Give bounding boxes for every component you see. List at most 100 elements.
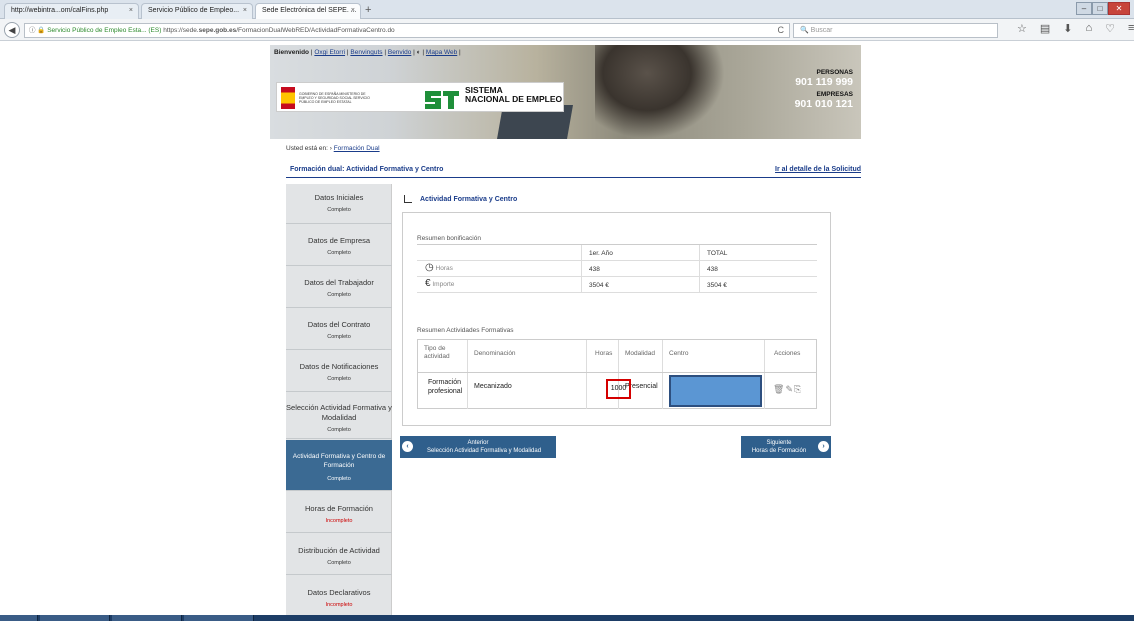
site-identity[interactable]: Servicio Público de Empleo Esta... (ES)	[47, 27, 161, 34]
cell-centro	[669, 375, 762, 407]
back-icon[interactable]: ◀	[4, 22, 20, 38]
sidebar-item-declarativos[interactable]: Datos Declarativos Incompleto	[286, 576, 392, 615]
bookmarks-list-icon[interactable]: ▤	[1040, 22, 1050, 35]
spain-flag-icon	[281, 87, 295, 109]
reload-icon[interactable]: C	[778, 24, 785, 37]
sne-logo-text: SISTEMA NACIONAL DE EMPLEO	[465, 85, 563, 104]
arrow-left-icon: ‹	[402, 441, 413, 452]
close-window-button[interactable]: ✕	[1108, 2, 1130, 15]
taskbar-app[interactable]	[112, 615, 182, 621]
cell-denominacion: Mecanizado	[468, 373, 587, 409]
pocket-icon[interactable]: ♡	[1105, 22, 1115, 35]
close-icon[interactable]: ×	[129, 4, 133, 18]
lang-link-ca[interactable]: Benvinguts	[350, 49, 382, 56]
delete-icon[interactable]: 🗑	[773, 384, 785, 394]
col-header-horas: Horas	[587, 340, 619, 372]
status-badge: Completo	[327, 427, 351, 433]
lock-icon: 🔒	[37, 27, 46, 34]
maximize-button[interactable]: □	[1092, 2, 1108, 15]
col-header-denominacion: Denominación	[468, 340, 587, 372]
browser-tab-3[interactable]: Sede Electrónica del SEPE. ... ×	[255, 3, 361, 19]
browser-tab-1[interactable]: http://webintra...om/calFins.php ×	[4, 3, 139, 19]
sidebar-item-horas-formacion[interactable]: Horas de Formación Incompleto	[286, 492, 392, 533]
view-document-icon[interactable]: ⎘	[794, 384, 802, 394]
start-button[interactable]	[0, 615, 38, 621]
sidebar-item-distribucion[interactable]: Distribución de Actividad Completo	[286, 534, 392, 575]
status-badge: Completo	[327, 207, 351, 213]
taskbar-app[interactable]	[184, 615, 254, 621]
accessibility-icon[interactable]: ◐	[417, 49, 421, 56]
summary-panel: Resumen bonificación 1er. Año TOTAL ◷ Ho…	[402, 212, 831, 426]
resumen-bonificacion-label: Resumen bonificación	[417, 235, 481, 242]
status-badge: Incompleto	[325, 602, 353, 608]
status-badge: Incompleto	[325, 518, 353, 524]
content-title: Actividad Formativa y Centro	[404, 195, 517, 203]
previous-button[interactable]: ‹ Anterior Selección Actividad Formativa…	[400, 436, 556, 458]
table-row: € Importe 3504 € 3504 €	[417, 277, 817, 293]
menu-icon[interactable]: ≡	[1128, 22, 1134, 35]
table-row: ◷ Horas 438 438	[417, 261, 817, 277]
phone-empresas: 901 010 121	[794, 98, 853, 110]
status-badge: Completo	[327, 376, 351, 382]
col-header-acciones: Acciones	[774, 350, 801, 357]
tab-label: Servicio Público de Empleo...	[148, 7, 240, 14]
sidebar-item-seleccion-actividad[interactable]: Selección Actividad Formativa y Modalida…	[286, 393, 392, 439]
header-banner: Bienvenido | Oxgi Etorri | Benvinguts | …	[270, 45, 861, 139]
col-header-tipo: Tipo de actividad	[418, 340, 468, 372]
header-links: Bienvenido | Oxgi Etorri | Benvinguts | …	[274, 49, 461, 56]
clock-icon: ◷	[425, 262, 434, 273]
euro-icon: €	[425, 278, 431, 289]
status-badge: Completo	[327, 250, 351, 256]
cell-tipo: Formación profesional	[418, 373, 468, 409]
government-logo-text: GOBIERNO DE ESPAÑA MINISTERIO DE EMPLEO …	[299, 92, 370, 104]
browser-tabbar: http://webintra...om/calFins.php × Servi…	[0, 0, 1134, 19]
user-link[interactable]: Oxgi Etorri	[314, 49, 345, 56]
row-actions: 🗑✎⎘	[773, 384, 802, 395]
section-header: Formación dual: Actividad Formativa y Ce…	[286, 164, 861, 178]
sitemap-link[interactable]: Mapa Web	[426, 49, 457, 56]
bonificacion-table: 1er. Año TOTAL ◷ Horas 438 438 € Importe…	[417, 244, 817, 293]
next-button[interactable]: Siguiente Horas de Formación ›	[741, 436, 831, 458]
sne-logo-icon	[425, 91, 459, 109]
col-header-centro: Centro	[663, 340, 765, 372]
actividades-table: Tipo de actividad Denominación Horas Mod…	[417, 339, 817, 409]
close-icon[interactable]: ×	[351, 4, 355, 18]
navigation-bar: ◀ ⓘ 🔒 Servicio Público de Empleo Esta...…	[0, 19, 1134, 41]
close-icon[interactable]: ×	[243, 4, 247, 18]
status-badge: Completo	[327, 334, 351, 340]
sidebar-item-notificaciones[interactable]: Datos de Notificaciones Completo	[286, 351, 392, 392]
sidebar-item-datos-empresa[interactable]: Datos de Empresa Completo	[286, 225, 392, 266]
phone-personas: 901 119 999	[795, 76, 853, 88]
page-title: Formación dual: Actividad Formativa y Ce…	[290, 166, 444, 173]
status-badge: Completo	[327, 476, 351, 482]
sidebar-item-datos-trabajador[interactable]: Datos del Trabajador Completo	[286, 267, 392, 308]
sidebar-item-datos-contrato[interactable]: Datos del Contrato Completo	[286, 309, 392, 350]
download-icon[interactable]: ⬇	[1063, 22, 1072, 35]
edit-icon[interactable]: ✎	[785, 384, 794, 394]
bookmark-star-icon[interactable]: ☆	[1017, 22, 1027, 35]
contact-phones: PERSONAS 901 119 999 EMPRESAS 901 010 12…	[794, 69, 853, 110]
chart-icon	[404, 195, 412, 203]
minimize-button[interactable]: –	[1076, 2, 1092, 15]
browser-tab-2[interactable]: Servicio Público de Empleo... ×	[141, 3, 253, 19]
detail-link[interactable]: Ir al detalle de la Solicitud	[775, 166, 861, 173]
breadcrumb: Usted está en: › Formación Dual	[286, 145, 380, 152]
arrow-right-icon: ›	[818, 441, 829, 452]
new-tab-button[interactable]: +	[365, 3, 371, 17]
address-bar[interactable]: ⓘ 🔒 Servicio Público de Empleo Esta... (…	[24, 23, 790, 38]
logo-strip: GOBIERNO DE ESPAÑA MINISTERIO DE EMPLEO …	[276, 82, 564, 112]
home-icon[interactable]: ⌂	[1086, 22, 1093, 35]
lang-link-gl[interactable]: Benvido	[388, 49, 412, 56]
status-badge: Completo	[327, 560, 351, 566]
toolbar-icons: ☆ ▤ ⬇ ⌂ ♡ ≡	[1017, 22, 1134, 35]
info-icon[interactable]: ⓘ	[29, 27, 36, 34]
sidebar-item-datos-iniciales[interactable]: Datos Iniciales Completo	[286, 184, 392, 224]
resumen-actividades-label: Resumen Actividades Formativas	[417, 327, 514, 334]
taskbar-app[interactable]	[40, 615, 110, 621]
tab-label: Sede Electrónica del SEPE. ...	[262, 7, 357, 14]
search-input[interactable]: 🔍 Buscar	[793, 23, 998, 38]
breadcrumb-link[interactable]: Formación Dual	[334, 145, 380, 152]
os-taskbar	[0, 615, 1134, 621]
sidebar-item-actividad-centro[interactable]: Actividad Formativa y Centro de Formació…	[286, 440, 392, 491]
banner-photo	[595, 45, 725, 139]
